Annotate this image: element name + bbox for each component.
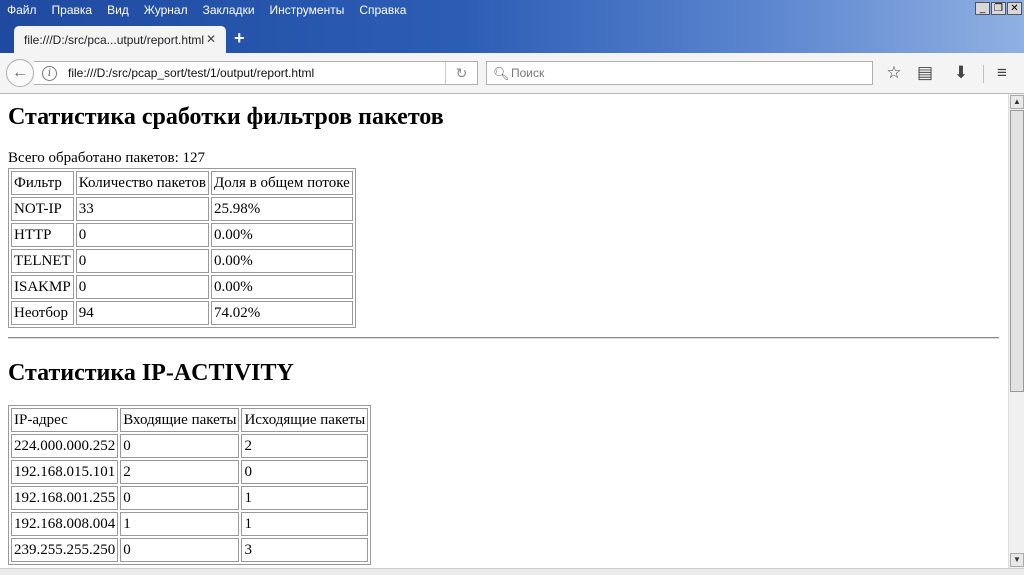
menu-icon[interactable]: ≡: [992, 63, 1012, 83]
table-row: 192.168.008.004 1 1: [11, 512, 369, 536]
close-window-button[interactable]: ✕: [1007, 2, 1022, 15]
table-cell: 1: [241, 512, 369, 536]
header-cell: Количество пакетов: [75, 171, 209, 195]
vertical-scrollbar[interactable]: ▲ ▼: [1008, 94, 1024, 568]
toolbar-separator: [983, 65, 984, 83]
tab-close-icon[interactable]: ✕: [206, 32, 216, 46]
table-cell: 0: [75, 223, 209, 247]
header-cell: IP-адрес: [11, 408, 119, 432]
table-cell: 2: [120, 460, 240, 484]
table-cell: HTTP: [11, 223, 74, 247]
table-row: 224.000.000.252 0 2: [11, 434, 369, 458]
table-cell: 0: [120, 486, 240, 510]
table-cell: 224.000.000.252: [11, 434, 119, 458]
title-bar: Файл Правка Вид Журнал Закладки Инструме…: [0, 0, 1024, 54]
reading-list-icon[interactable]: ▤: [915, 63, 935, 83]
restore-button[interactable]: ❐: [991, 2, 1006, 15]
search-placeholder: Поиск: [511, 66, 545, 80]
scroll-up-icon[interactable]: ▲: [1010, 95, 1024, 109]
new-tab-button[interactable]: +: [234, 28, 245, 49]
table-cell: 0.00%: [210, 223, 353, 247]
search-icon: 🔍︎: [493, 66, 510, 81]
table-cell: 74.02%: [210, 301, 353, 325]
table-header-row: IP-адрес Входящие пакеты Исходящие пакет…: [11, 408, 369, 432]
table-row: TELNET 0 0.00%: [11, 249, 353, 273]
menu-file[interactable]: Файл: [0, 0, 45, 20]
table-cell: NOT-IP: [11, 197, 74, 221]
info-icon[interactable]: i: [42, 66, 57, 81]
back-icon: ←: [12, 64, 28, 81]
table-row: NOT-IP 33 25.98%: [11, 197, 353, 221]
table-cell: 3: [241, 538, 369, 562]
header-cell: Исходящие пакеты: [241, 408, 369, 432]
header-cell: Фильтр: [11, 171, 74, 195]
table-row: 192.168.015.101 2 0: [11, 460, 369, 484]
reload-icon[interactable]: ↻: [445, 62, 477, 84]
table-row: 239.255.255.250 0 3: [11, 538, 369, 562]
table-cell: ISAKMP: [11, 275, 74, 299]
url-text[interactable]: file:///D:/src/pcap_sort/test/1/output/r…: [68, 66, 314, 80]
table-cell: 33: [75, 197, 209, 221]
table-cell: 0.00%: [210, 249, 353, 273]
tab-title: file:///D:/src/pca...utput/report.html: [24, 33, 205, 47]
header-cell: Доля в общем потоке: [210, 171, 353, 195]
search-input[interactable]: 🔍︎ Поиск: [486, 61, 873, 85]
menu-view[interactable]: Вид: [100, 0, 137, 20]
page-content: Статистика сработки фильтров пакетов Все…: [0, 94, 1008, 568]
table-cell: 192.168.008.004: [11, 512, 119, 536]
menu-edit[interactable]: Правка: [45, 0, 101, 20]
table-cell: 0: [75, 249, 209, 273]
table-cell: 2: [241, 434, 369, 458]
bookmark-star-icon[interactable]: ☆: [884, 63, 904, 83]
menu-bookmarks[interactable]: Закладки: [196, 0, 263, 20]
table-cell: 0: [120, 434, 240, 458]
table-cell: 192.168.015.101: [11, 460, 119, 484]
scroll-down-icon[interactable]: ▼: [1010, 553, 1024, 567]
menu-bar: Файл Правка Вид Журнал Закладки Инструме…: [0, 0, 414, 20]
table-cell: 0.00%: [210, 275, 353, 299]
page-title-ip-activity: Статистика IP-ACTIVITY: [8, 360, 294, 386]
table-cell: Неотбор: [11, 301, 74, 325]
table-cell: 0: [75, 275, 209, 299]
table-row: ISAKMP 0 0.00%: [11, 275, 353, 299]
table-cell: 0: [120, 538, 240, 562]
table-cell: TELNET: [11, 249, 74, 273]
table-row: Неотбор 94 74.02%: [11, 301, 353, 325]
navigation-toolbar: ← i file:///D:/src/pcap_sort/test/1/outp…: [0, 53, 1024, 94]
scrollbar-thumb[interactable]: [1010, 110, 1024, 392]
url-bar[interactable]: i file:///D:/src/pcap_sort/test/1/output…: [34, 61, 478, 85]
menu-help[interactable]: Справка: [352, 0, 414, 20]
table-cell: 1: [241, 486, 369, 510]
table-cell: 239.255.255.250: [11, 538, 119, 562]
table-header-row: Фильтр Количество пакетов Доля в общем п…: [11, 171, 353, 195]
horizontal-rule: [8, 337, 999, 339]
back-button[interactable]: ←: [6, 59, 34, 87]
table-cell: 0: [241, 460, 369, 484]
table-cell: 94: [75, 301, 209, 325]
ip-table: IP-адрес Входящие пакеты Исходящие пакет…: [8, 405, 372, 565]
tab-report[interactable]: file:///D:/src/pca...utput/report.html ✕: [14, 26, 226, 54]
table-row: HTTP 0 0.00%: [11, 223, 353, 247]
total-packets: Всего обработано пакетов: 127: [8, 150, 206, 166]
table-cell: 1: [120, 512, 240, 536]
menu-history[interactable]: Журнал: [137, 0, 196, 20]
filter-table: Фильтр Количество пакетов Доля в общем п…: [8, 168, 356, 328]
minimize-button[interactable]: _: [975, 2, 990, 15]
window-controls: _ ❐ ✕: [975, 2, 1022, 15]
header-cell: Входящие пакеты: [120, 408, 240, 432]
table-cell: 192.168.001.255: [11, 486, 119, 510]
page-title-filters: Статистика сработки фильтров пакетов: [8, 104, 444, 130]
downloads-icon[interactable]: ⬇: [951, 63, 971, 83]
table-row: 192.168.001.255 0 1: [11, 486, 369, 510]
table-cell: 25.98%: [210, 197, 353, 221]
menu-tools[interactable]: Инструменты: [263, 0, 353, 20]
